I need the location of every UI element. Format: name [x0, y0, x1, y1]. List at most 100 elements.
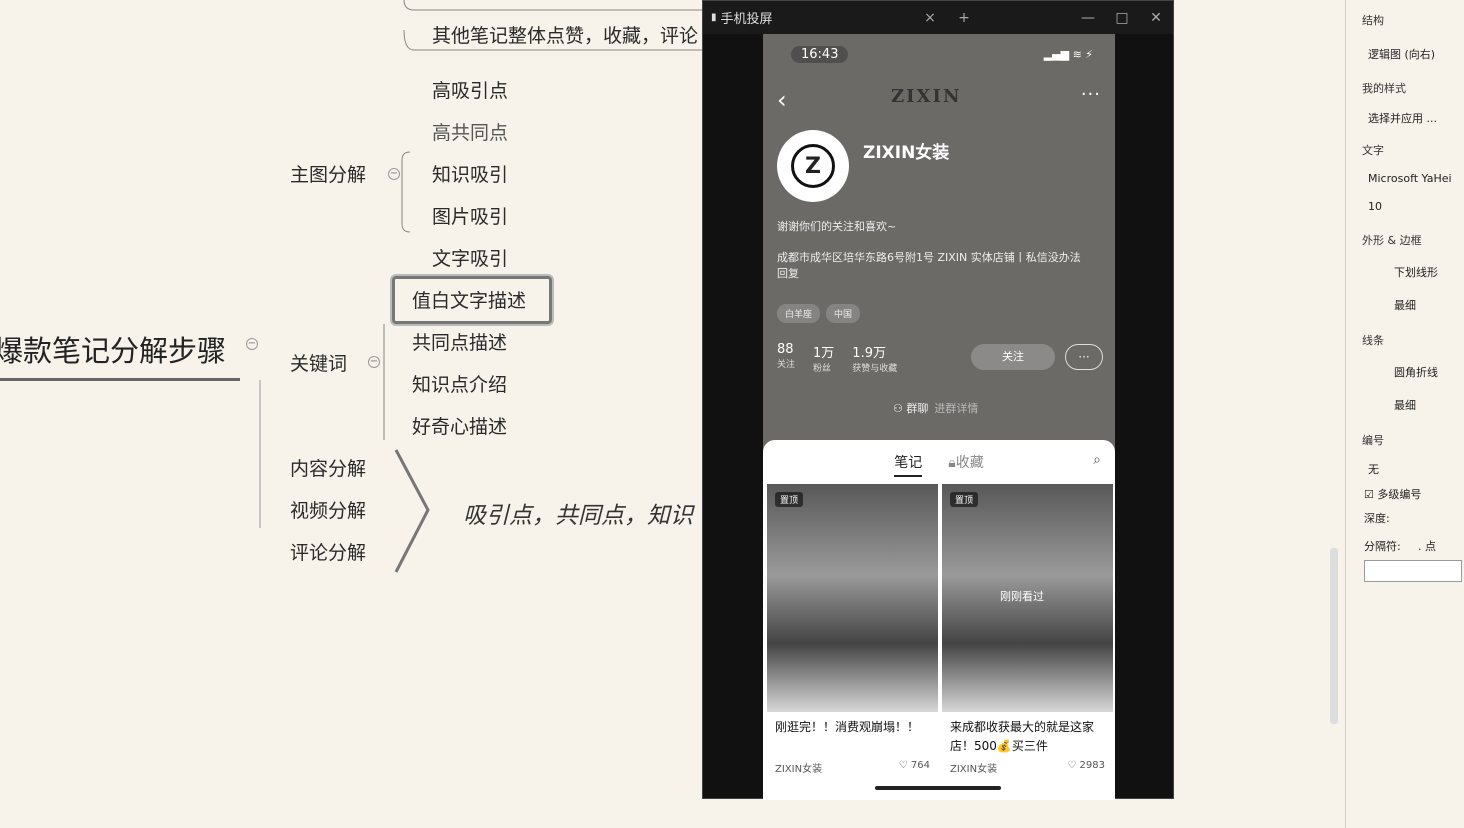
stat-number: 88: [777, 342, 794, 357]
mindmap-root-node[interactable]: 爆款笔记分解步骤: [0, 328, 226, 370]
text-label: 文字: [1362, 144, 1384, 157]
font-size-stepper[interactable]: 10: [1368, 200, 1382, 213]
follow-button[interactable]: 关注: [971, 344, 1055, 370]
mindmap-node-image[interactable]: 图片吸引: [432, 205, 508, 229]
collapse-toggle-icon[interactable]: −: [368, 356, 380, 368]
profile-name: ZIXIN女装: [863, 143, 950, 163]
profile-tags: 白羊座 中国: [777, 304, 861, 323]
mindmap-node-high-attraction[interactable]: 高吸引点: [432, 79, 508, 103]
stat-followers[interactable]: 1万 粉丝: [813, 342, 834, 374]
stat-following[interactable]: 88 关注: [777, 342, 795, 374]
mindmap-node-top-cut[interactable]: 其他笔记整体点赞，收藏，评论: [432, 24, 698, 48]
stat-number: 1.9万: [852, 346, 886, 361]
tab-close-icon[interactable]: ×: [913, 10, 947, 26]
store-sign: ZIXIN: [891, 86, 962, 107]
avatar[interactable]: Z: [777, 130, 849, 202]
mindmap-node-text-desc[interactable]: 值白文字描述: [412, 289, 526, 313]
mirror-title: 手机投屏: [720, 12, 773, 27]
line-width-select[interactable]: 最细: [1394, 397, 1416, 413]
note-title: 刚逛完！！消费观崩塌！！: [775, 720, 920, 734]
tag-region: 中国: [826, 304, 861, 323]
mindmap-node-video[interactable]: 视频分解: [290, 499, 366, 523]
shape-select[interactable]: 下划线形: [1394, 264, 1438, 280]
mindmap-node-common-desc[interactable]: 共同点描述: [412, 331, 507, 355]
stat-label: 粉丝: [813, 364, 832, 374]
status-time: 16:43: [791, 46, 849, 63]
font-select[interactable]: Microsoft YaHei: [1368, 172, 1452, 185]
group-sub: 进群详情: [934, 402, 979, 415]
separator-input[interactable]: [1364, 560, 1462, 582]
border-width-select[interactable]: 最细: [1394, 297, 1416, 313]
search-icon[interactable]: ⌕: [1093, 452, 1101, 468]
mindmap-node-text[interactable]: 文字吸引: [432, 247, 508, 271]
stat-label: 获赞与收藏: [852, 364, 898, 374]
note-cover-image: 置顶: [767, 484, 938, 712]
mindmap-node-content[interactable]: 内容分解: [290, 457, 366, 481]
mindmap-node-knowledge[interactable]: 知识吸引: [432, 163, 508, 187]
status-icons: ▂▄▆ ≋ ⚡: [1043, 48, 1093, 61]
structure-label: 结构: [1362, 14, 1384, 27]
note-card[interactable]: 置顶 刚逛完！！消费观崩塌！！ ZIXIN女装 ♡ 764: [767, 484, 938, 777]
line-style-select[interactable]: 圆角折线: [1394, 364, 1438, 380]
more-icon[interactable]: ···: [1081, 84, 1101, 105]
mindmap-node-curiosity[interactable]: 好奇心描述: [412, 415, 507, 439]
note-card[interactable]: 置顶 刚刚看过 来成都收获最大的就是这家店！500💰买三件 ZIXIN女装 ♡ …: [942, 484, 1113, 777]
separator-select[interactable]: . 点: [1418, 538, 1436, 554]
group-label: 群聊: [906, 402, 929, 415]
tab-notes[interactable]: 笔记: [894, 452, 923, 477]
mindmap-node-branch-keywords[interactable]: 关键词: [290, 352, 347, 376]
mindmap-node-comment[interactable]: 评论分解: [290, 541, 366, 565]
phone-screen[interactable]: 16:43 ▂▄▆ ≋ ⚡ ‹ ZIXIN ··· Z ZIXIN女装 谢谢你们…: [763, 34, 1115, 800]
pin-badge: 置顶: [775, 492, 804, 507]
note-likes[interactable]: ♡ 2983: [1067, 760, 1105, 775]
maximize-button[interactable]: □: [1105, 10, 1139, 26]
note-author: ZIXIN女装: [950, 764, 998, 775]
like-count: 2983: [1079, 760, 1105, 771]
collapse-toggle-icon[interactable]: −: [246, 338, 258, 350]
back-icon[interactable]: ‹: [777, 86, 787, 114]
collapse-toggle-icon[interactable]: −: [388, 168, 400, 180]
signal-icon: ▮: [711, 12, 717, 23]
group-chat-link[interactable]: ⚇ 群聊 进群详情: [893, 400, 978, 416]
mindmap-node-high-common[interactable]: 高共同点: [432, 121, 508, 145]
shape-border-label: 外形 & 边框: [1362, 234, 1422, 247]
group-icon: ⚇: [893, 402, 907, 415]
mirror-titlebar[interactable]: ▮ 手机投屏 × + — □ ✕: [703, 1, 1173, 34]
profile-address: 成都市成华区培华东路6号附1号 ZIXIN 实体店铺丨私信没办法回复: [777, 251, 1081, 280]
multi-level-checkbox[interactable]: ☑ 多级编号: [1364, 486, 1421, 502]
depth-label: 深度:: [1364, 512, 1390, 525]
note-likes[interactable]: ♡ 764: [899, 760, 930, 775]
profile-stats: 88 关注 1万 粉丝 1.9万 获赞与收藏: [777, 342, 897, 374]
tag-zodiac: 白羊座: [777, 304, 821, 323]
lock-icon: 🔒︎: [948, 455, 956, 471]
stat-number: 1万: [813, 346, 835, 361]
canvas-scrollbar[interactable]: [1330, 548, 1338, 724]
home-indicator: [875, 786, 1001, 790]
tab-collect-label: 收藏: [955, 455, 984, 471]
stat-likes[interactable]: 1.9万 获赞与收藏: [852, 342, 897, 374]
add-tab-icon[interactable]: +: [947, 10, 981, 26]
tab-collect[interactable]: 🔒︎收藏: [948, 452, 983, 477]
note-author: ZIXIN女装: [775, 764, 823, 775]
like-count: 764: [910, 760, 930, 771]
summary-note[interactable]: 吸引点，共同点，知识: [463, 496, 693, 530]
close-button[interactable]: ✕: [1139, 10, 1173, 26]
root-underline: [0, 378, 240, 381]
note-title: 来成都收获最大的就是这家店！500💰买三件: [950, 720, 1095, 753]
chat-icon[interactable]: ···: [1065, 344, 1103, 370]
recently-viewed-label: 刚刚看过: [1000, 590, 1044, 603]
multi-level-label: 多级编号: [1377, 488, 1422, 501]
phone-mirror-window[interactable]: ▮ 手机投屏 × + — □ ✕ 16:43 ▂▄▆ ≋ ⚡ ‹ ZIXIN ·…: [702, 0, 1174, 800]
avatar-logo: Z: [791, 144, 835, 188]
notes-panel: 笔记 🔒︎收藏 ⌕ 置顶 刚逛完！！消费观崩塌！！ ZIXIN女装 ♡ 764 …: [763, 440, 1115, 800]
note-cover-image: 置顶 刚刚看过: [942, 484, 1113, 712]
minimize-button[interactable]: —: [1071, 10, 1105, 26]
numbering-select[interactable]: 无: [1368, 461, 1379, 477]
mindmap-node-knowledge-intro[interactable]: 知识点介绍: [412, 373, 507, 397]
my-style-select[interactable]: 选择并应用 ...: [1368, 110, 1437, 126]
pin-badge: 置顶: [950, 492, 979, 507]
separator-label: 分隔符:: [1364, 540, 1401, 553]
mindmap-node-branch-main-image[interactable]: 主图分解: [290, 163, 366, 187]
structure-select[interactable]: 逻辑图 (向右): [1368, 46, 1435, 62]
my-style-label: 我的样式: [1362, 82, 1406, 95]
